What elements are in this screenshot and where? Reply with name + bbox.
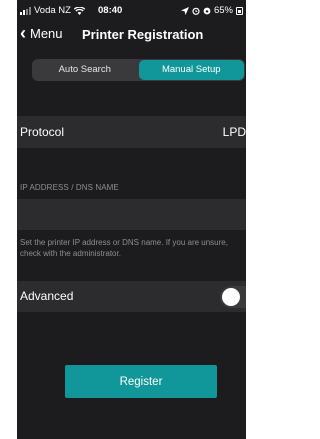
protocol-label: Protocol bbox=[20, 125, 65, 139]
battery-icon bbox=[236, 6, 243, 15]
orientation-lock-icon bbox=[203, 7, 211, 14]
carrier-label: Voda NZ bbox=[34, 5, 71, 16]
back-button[interactable]: ‹ Menu bbox=[20, 24, 63, 42]
battery-percent: 65% bbox=[213, 5, 233, 16]
tab-auto-search[interactable]: Auto Search bbox=[32, 59, 138, 81]
back-label: Menu bbox=[30, 25, 63, 41]
status-time: 08:40 bbox=[98, 5, 123, 16]
ip-address-input[interactable] bbox=[17, 199, 246, 230]
status-left: Voda NZ bbox=[20, 5, 85, 16]
advanced-toggle[interactable] bbox=[220, 286, 246, 308]
tab-manual-setup[interactable]: Manual Setup bbox=[138, 60, 244, 80]
status-right: 65% bbox=[180, 5, 243, 16]
ip-help-text: Set the printer IP address or DNS name. … bbox=[20, 238, 228, 258]
status-bar: Voda NZ 08:40 65% bbox=[17, 0, 246, 22]
wifi-icon bbox=[73, 6, 85, 15]
ip-address-row bbox=[17, 199, 246, 230]
advanced-label: Advanced bbox=[20, 289, 74, 303]
alarm-icon bbox=[192, 7, 200, 15]
navigation-bar: ‹ Menu Printer Registration bbox=[17, 22, 246, 46]
setup-mode-segmented-control: Auto Search Manual Setup bbox=[32, 59, 245, 81]
protocol-row[interactable]: Protocol LPD bbox=[17, 116, 246, 148]
register-button[interactable]: Register bbox=[65, 365, 217, 398]
advanced-row: Advanced bbox=[17, 281, 246, 312]
location-icon bbox=[180, 6, 189, 15]
protocol-value: LPD bbox=[222, 125, 246, 139]
back-chevron-icon: ‹ bbox=[20, 23, 26, 43]
toggle-knob bbox=[222, 288, 240, 306]
ip-address-header: IP ADDRESS / DNS NAME bbox=[20, 183, 119, 192]
signal-icon bbox=[20, 6, 31, 15]
app-screen: Voda NZ 08:40 65% ‹ Menu Printer Registr… bbox=[17, 0, 246, 439]
page-title: Printer Registration bbox=[82, 27, 204, 42]
